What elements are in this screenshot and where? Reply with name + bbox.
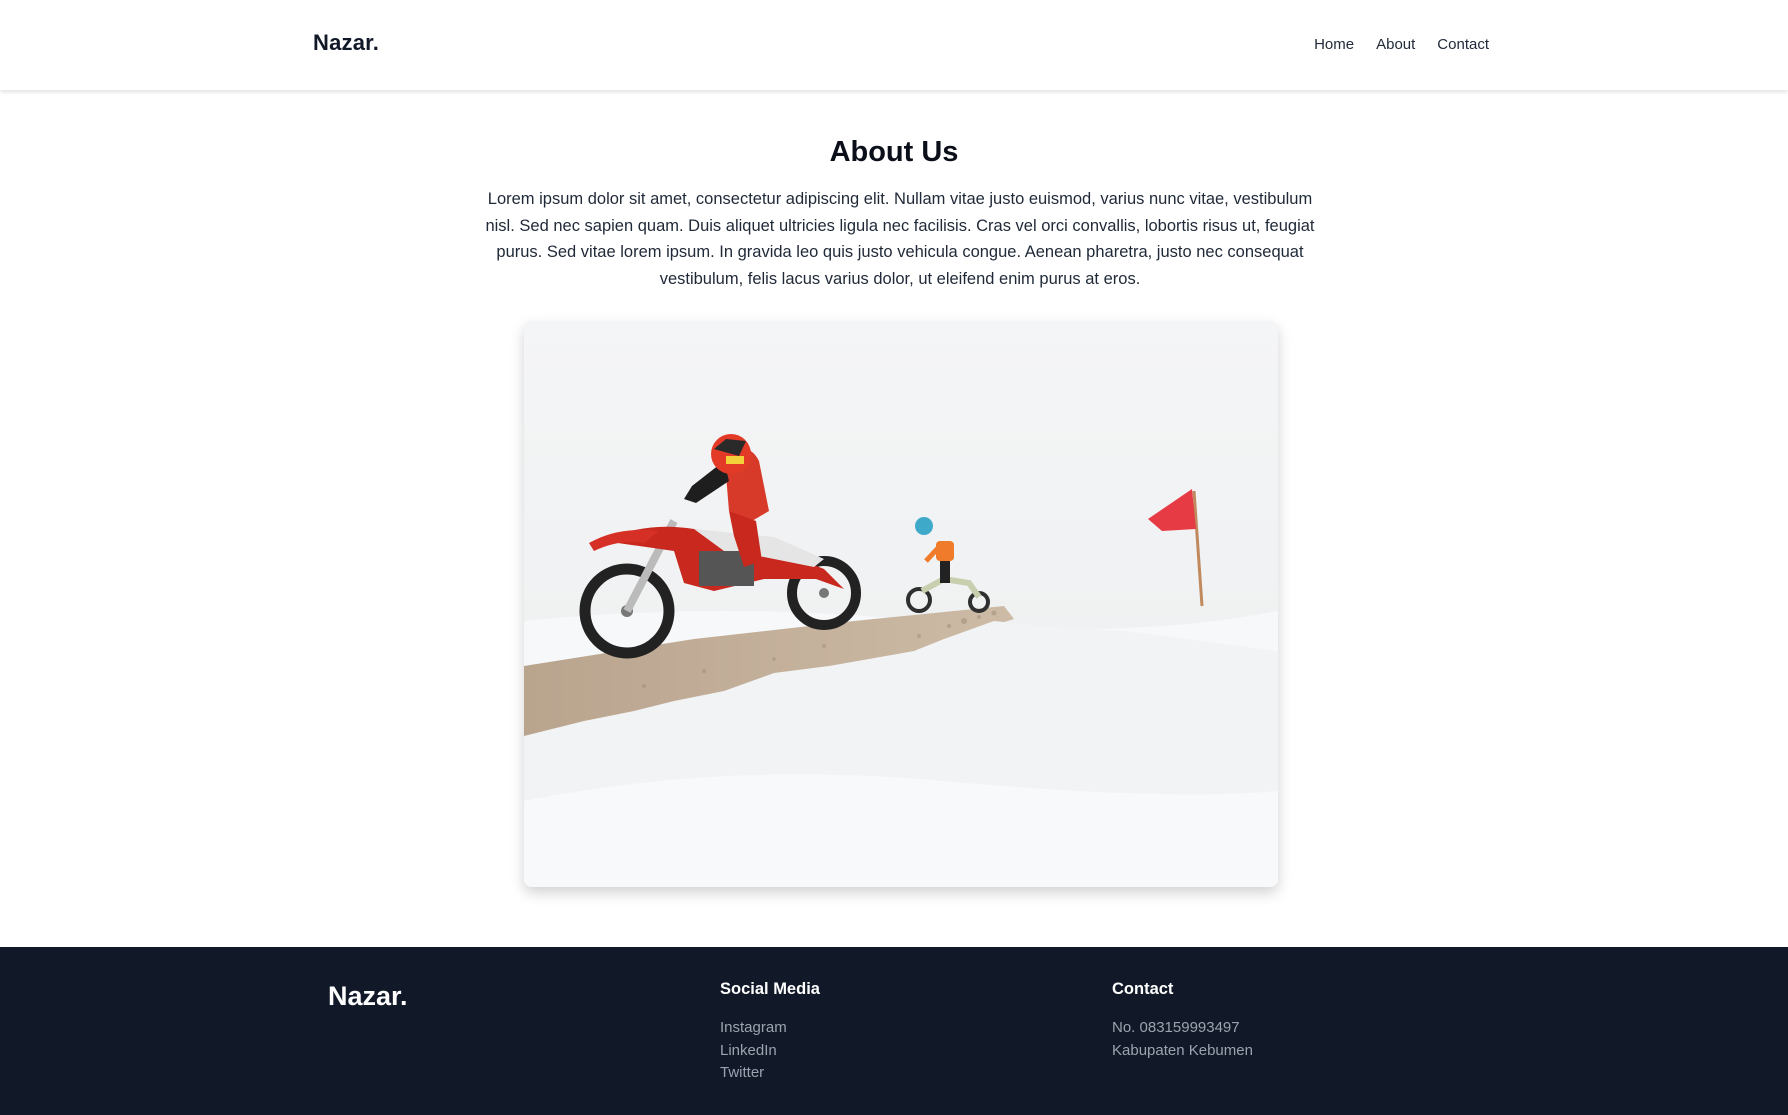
- footer-instagram-link[interactable]: Instagram: [720, 1017, 820, 1040]
- footer-brand-logo[interactable]: Nazar.: [328, 981, 408, 1012]
- photo-illustration: [524, 321, 1278, 887]
- nav-home-link[interactable]: Home: [1314, 36, 1354, 53]
- about-description: Lorem ipsum dolor sit amet, consectetur …: [485, 190, 1315, 288]
- motocross-photo: [524, 321, 1278, 887]
- footer-address: Kabupaten Kebumen: [1112, 1041, 1253, 1059]
- nav-contact-link[interactable]: Contact: [1437, 36, 1489, 53]
- page-title: About Us: [829, 136, 959, 168]
- site-header: Nazar. Home About Contact: [0, 0, 1788, 90]
- footer-social: Social Media Instagram LinkedIn Twitter: [720, 980, 820, 1085]
- footer-contact-heading: Contact: [1112, 980, 1174, 998]
- brand-logo[interactable]: Nazar.: [313, 30, 379, 56]
- nav-about-link[interactable]: About: [1376, 36, 1415, 53]
- footer-linkedin-link[interactable]: LinkedIn: [720, 1040, 820, 1063]
- footer-social-heading: Social Media: [720, 980, 820, 998]
- footer-contact: Contact No. 083159993497 Kabupaten Kebum…: [1112, 980, 1253, 1062]
- about-section: About Us Lorem ipsum dolor sit amet, con…: [0, 90, 1788, 947]
- footer-twitter-link[interactable]: Twitter: [720, 1062, 820, 1085]
- main-nav: Home About Contact: [1314, 36, 1489, 53]
- footer-phone: No. 083159993497: [1112, 1019, 1240, 1036]
- site-footer: Nazar. Social Media Instagram LinkedIn T…: [0, 947, 1788, 1115]
